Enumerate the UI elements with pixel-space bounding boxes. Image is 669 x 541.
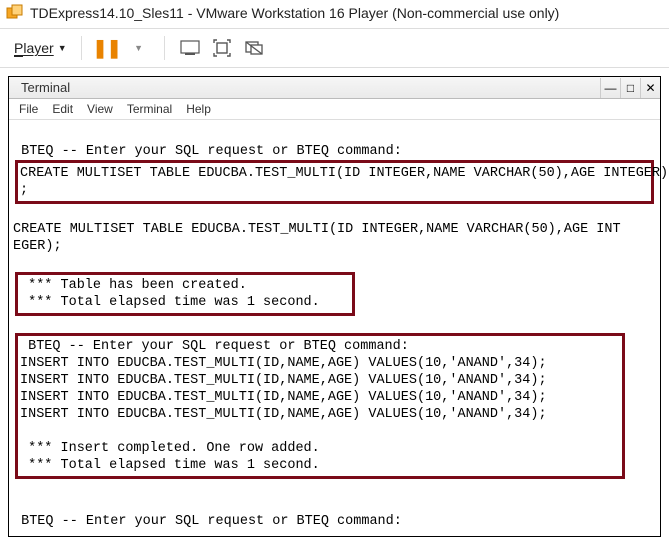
highlight-box-result: *** Table has been created. *** Total el… (15, 272, 355, 316)
maximize-button[interactable]: □ (620, 78, 640, 98)
result-line: *** Table has been created. (20, 277, 350, 294)
terminal-window: Terminal — □ ✕ File Edit View Terminal H… (8, 76, 661, 537)
fullscreen-icon[interactable] (211, 37, 233, 59)
chevron-down-icon: ▼ (58, 43, 67, 53)
bteq-prompt: BTEQ -- Enter your SQL request or BTEQ c… (20, 338, 620, 355)
chevron-down-small-icon[interactable]: ▼ (128, 37, 150, 59)
result-line: *** Insert completed. One row added. (20, 440, 620, 457)
menu-terminal[interactable]: Terminal (127, 102, 172, 116)
menu-file[interactable]: File (19, 102, 38, 116)
terminal-content[interactable]: BTEQ -- Enter your SQL request or BTEQ c… (9, 120, 660, 536)
bteq-prompt: BTEQ -- Enter your SQL request or BTEQ c… (13, 513, 656, 530)
highlight-box-inserts: BTEQ -- Enter your SQL request or BTEQ c… (15, 333, 625, 479)
menu-help[interactable]: Help (186, 102, 211, 116)
send-ctrl-alt-del-icon[interactable] (179, 37, 201, 59)
sql-line: INSERT INTO EDUCBA.TEST_MULTI(ID,NAME,AG… (20, 406, 620, 423)
toolbar-separator-2 (164, 36, 165, 60)
menu-edit[interactable]: Edit (52, 102, 73, 116)
minimize-button[interactable]: — (600, 78, 620, 98)
bteq-prompt: BTEQ -- Enter your SQL request or BTEQ c… (13, 143, 656, 160)
window-controls: — □ ✕ (600, 78, 660, 98)
vmware-icon (6, 4, 24, 22)
close-button[interactable]: ✕ (640, 78, 660, 98)
unity-mode-icon[interactable] (243, 37, 265, 59)
sql-line: INSERT INTO EDUCBA.TEST_MULTI(ID,NAME,AG… (20, 372, 620, 389)
sql-line: INSERT INTO EDUCBA.TEST_MULTI(ID,NAME,AG… (20, 389, 620, 406)
app-toolbar: Player ▼ ❚❚ ▼ (0, 29, 669, 67)
sql-echo: CREATE MULTISET TABLE EDUCBA.TEST_MULTI(… (13, 221, 656, 238)
highlight-box-create: CREATE MULTISET TABLE EDUCBA.TEST_MULTI(… (15, 160, 654, 204)
app-titlebar: TDExpress14.10_Sles11 - VMware Workstati… (0, 0, 669, 28)
terminal-menubar: File Edit View Terminal Help (9, 99, 660, 120)
player-menu-button[interactable]: Player ▼ (14, 40, 67, 56)
terminal-title: Terminal (21, 80, 70, 95)
sql-echo: EGER); (13, 238, 656, 255)
app-title: TDExpress14.10_Sles11 - VMware Workstati… (30, 5, 559, 21)
toolbar-separator (81, 36, 82, 60)
sql-line: ; (20, 182, 649, 199)
sql-line: INSERT INTO EDUCBA.TEST_MULTI(ID,NAME,AG… (20, 355, 620, 372)
toolbar-divider (0, 67, 669, 68)
menu-view[interactable]: View (87, 102, 113, 116)
result-line: *** Total elapsed time was 1 second. (20, 294, 350, 311)
sql-line: CREATE MULTISET TABLE EDUCBA.TEST_MULTI(… (20, 165, 649, 182)
terminal-titlebar[interactable]: Terminal — □ ✕ (9, 77, 660, 99)
result-line: *** Total elapsed time was 1 second. (20, 457, 620, 474)
pause-button[interactable]: ❚❚ (96, 37, 118, 59)
